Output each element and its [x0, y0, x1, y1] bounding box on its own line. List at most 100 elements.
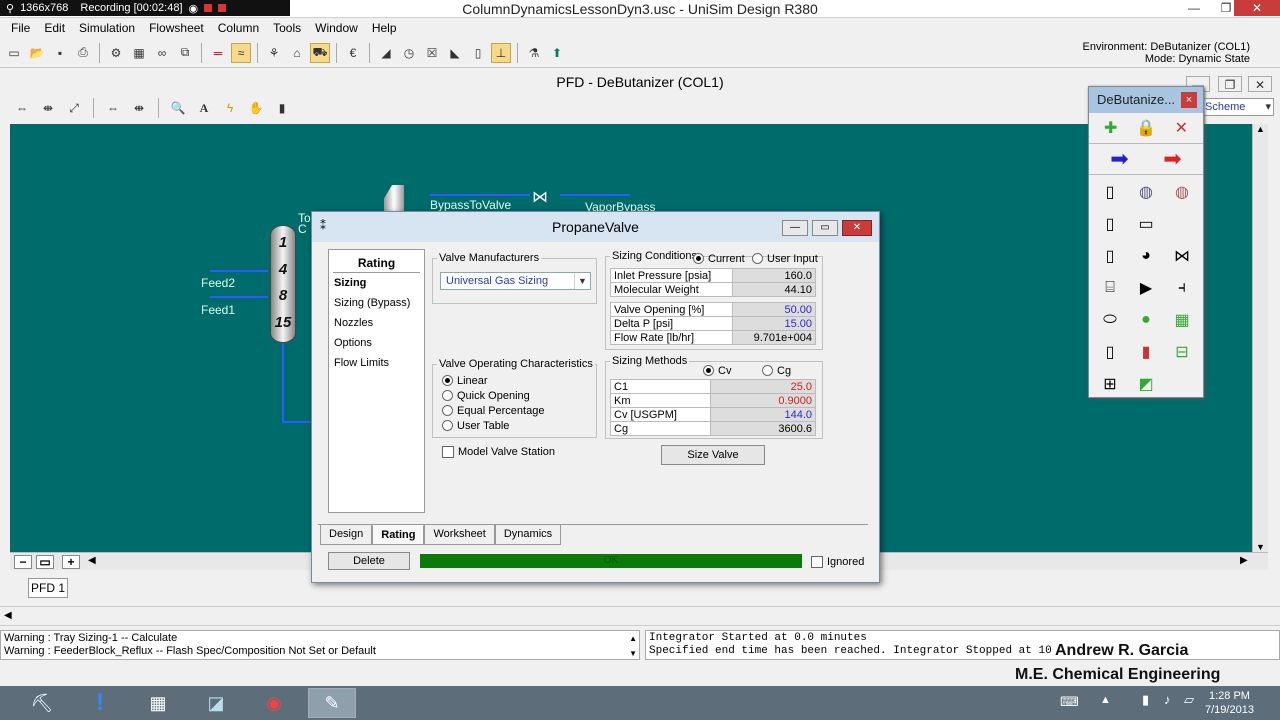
radio-button[interactable] [442, 420, 453, 431]
color-scheme-dropdown[interactable]: Scheme ▾ [1198, 98, 1274, 116]
inlet-pressure-value[interactable]: 160.0 [732, 268, 816, 283]
scroll-down-icon[interactable]: ▼ [629, 647, 637, 659]
stop-icon[interactable] [204, 4, 213, 12]
radio-current[interactable]: Current [693, 251, 745, 266]
calculator-icon[interactable]: ▦ [134, 688, 182, 718]
save-icon[interactable]: ▪ [50, 43, 70, 63]
checkbox[interactable] [442, 445, 454, 458]
zoom-fit-icon[interactable]: ⇔ [12, 98, 32, 118]
bypass-stream-label[interactable]: BypassToValve [430, 198, 511, 212]
spreadsheet-icon[interactable]: ▦ [1169, 307, 1195, 333]
alert-icon[interactable]: ! [76, 688, 124, 718]
valve-icon[interactable]: ⋈ [532, 187, 548, 207]
zoom-in-icon[interactable]: ⇼ [38, 98, 58, 118]
bottoms-stream[interactable] [282, 421, 311, 423]
delta-p-value[interactable]: 15.00 [732, 316, 816, 331]
feed1-stream[interactable] [210, 296, 268, 298]
signal-icon[interactable]: ◩ [1133, 371, 1159, 397]
nav-item-options[interactable]: Options [329, 333, 424, 353]
top-stream-label-2[interactable]: C [298, 222, 307, 236]
pfd-icon[interactable]: ⧉ [175, 43, 195, 63]
three-phase-separator-icon[interactable]: ▯ [1097, 243, 1123, 269]
volume-icon[interactable]: ♪ [1164, 692, 1171, 707]
speed-1x-icon[interactable]: ☒ [422, 43, 442, 63]
pump-icon[interactable]: ◕ [1133, 243, 1159, 269]
lock-icon[interactable]: 🔒 [1133, 115, 1159, 141]
zoom-out-icon[interactable]: ⤢ [64, 98, 84, 118]
radio-button[interactable] [693, 253, 704, 264]
radio-equal-percentage[interactable]: Equal Percentage [442, 403, 544, 418]
cg-value[interactable]: 3600.6 [710, 421, 816, 436]
radio-button[interactable] [762, 365, 773, 376]
main-horizontal-scrollbar[interactable]: ◀ [0, 606, 1280, 626]
minimize-button[interactable]: — [1182, 0, 1206, 16]
nav-item-flow-limits[interactable]: Flow Limits [329, 353, 424, 373]
menu-tools[interactable]: Tools [266, 19, 308, 37]
scroll-up-icon[interactable]: ▲ [1253, 124, 1268, 134]
solver-active-icon[interactable]: ≈ [231, 42, 251, 63]
flow-rate-value[interactable]: 9.701e+004 [732, 330, 816, 345]
integrator-icon[interactable]: € [343, 43, 363, 63]
menu-simulation[interactable]: Simulation [72, 19, 142, 37]
equal-icon[interactable]: ═ [208, 43, 228, 63]
material-stream-icon[interactable]: ➡ [1107, 146, 1133, 172]
binoculars-icon[interactable]: ∞ [152, 43, 172, 63]
dialog-pin-icon[interactable]: ⁑ [320, 219, 326, 233]
unisim-taskbar-icon[interactable]: ✎ [308, 688, 356, 718]
radio-quick-opening[interactable]: Quick Opening [442, 388, 544, 403]
zoom-out-button[interactable]: − [14, 555, 32, 569]
print-icon[interactable]: ⎙ [73, 43, 93, 63]
radio-button[interactable] [442, 375, 453, 386]
menu-edit[interactable]: Edit [37, 19, 72, 37]
flask-icon[interactable]: ⚗ [524, 43, 544, 63]
logic-icon[interactable]: ⊞ [1097, 371, 1123, 397]
pfd-vertical-scrollbar[interactable]: ▲ ▼ [1252, 124, 1268, 552]
radio-button[interactable] [752, 253, 763, 264]
integrator-active-icon[interactable]: ⊥ [491, 42, 511, 63]
keyboard-icon[interactable]: ⌨ [1060, 694, 1079, 710]
mixer-icon[interactable]: ⫞ [1169, 275, 1195, 301]
size-valve-button[interactable]: Size Valve [661, 445, 765, 465]
scroll-left-icon[interactable]: ◀ [4, 610, 12, 621]
feed2-label[interactable]: Feed2 [201, 276, 235, 290]
valve-opening-value[interactable]: 50.00 [732, 302, 816, 317]
layout-icon[interactable]: ⇔ [103, 98, 123, 118]
steady-state-icon[interactable]: ⌂ [287, 43, 307, 63]
tank-icon[interactable]: ▯ [1097, 211, 1123, 237]
chart-up-icon[interactable]: ◢ [376, 43, 396, 63]
checkbox[interactable] [811, 555, 823, 568]
network-tray-icon[interactable]: ▮ [1142, 692, 1149, 708]
molecular-weight-value[interactable]: 44.10 [732, 282, 816, 297]
palette-close-button[interactable]: × [1181, 92, 1197, 108]
column-palette-icon[interactable]: ▯ [1097, 339, 1123, 365]
scroll-up-icon[interactable]: ▲ [629, 632, 637, 645]
heat-exchanger-icon[interactable]: ◍ [1133, 179, 1159, 205]
transmitter-icon[interactable]: ▮ [1133, 339, 1159, 365]
zoom-in-button[interactable]: + [62, 555, 80, 569]
vapor-bypass-stream[interactable] [560, 194, 630, 196]
notification-icon[interactable]: ▱ [1184, 692, 1194, 708]
pickaxe-icon[interactable]: ⛏ [18, 688, 66, 718]
add-icon[interactable]: ✚ [1098, 115, 1124, 141]
layout-auto-icon[interactable]: ⇼ [129, 98, 149, 118]
bottoms-stream[interactable] [282, 343, 284, 423]
new-file-icon[interactable]: ▭ [4, 43, 24, 63]
nav-item-nozzles[interactable]: Nozzles [329, 313, 424, 333]
zoom-fit-button[interactable]: ▭ [36, 555, 54, 569]
dialog-restore-button[interactable]: ▭ [812, 220, 838, 236]
delete-icon[interactable]: ✕ [1168, 115, 1194, 141]
radio-user-table[interactable]: User Table [442, 418, 544, 433]
cooler-icon[interactable]: ◍ [1169, 179, 1195, 205]
radio-button[interactable] [703, 365, 714, 376]
dialog-minimize-button[interactable]: — [782, 220, 808, 236]
heater-icon[interactable]: ▭ [1133, 211, 1159, 237]
feed2-stream[interactable] [210, 270, 268, 272]
c1-value[interactable]: 25.0 [710, 379, 816, 394]
dialog-close-button[interactable]: ✕ [842, 220, 872, 236]
camera-icon[interactable]: ◉ [189, 2, 199, 15]
clock-icon[interactable]: ◷ [399, 43, 419, 63]
tab-worksheet[interactable]: Worksheet [424, 525, 495, 545]
text-tool-icon[interactable]: A [194, 98, 214, 118]
arrow-up-icon[interactable]: ⬆ [547, 43, 567, 63]
hand-icon[interactable]: ✋ [246, 98, 266, 118]
